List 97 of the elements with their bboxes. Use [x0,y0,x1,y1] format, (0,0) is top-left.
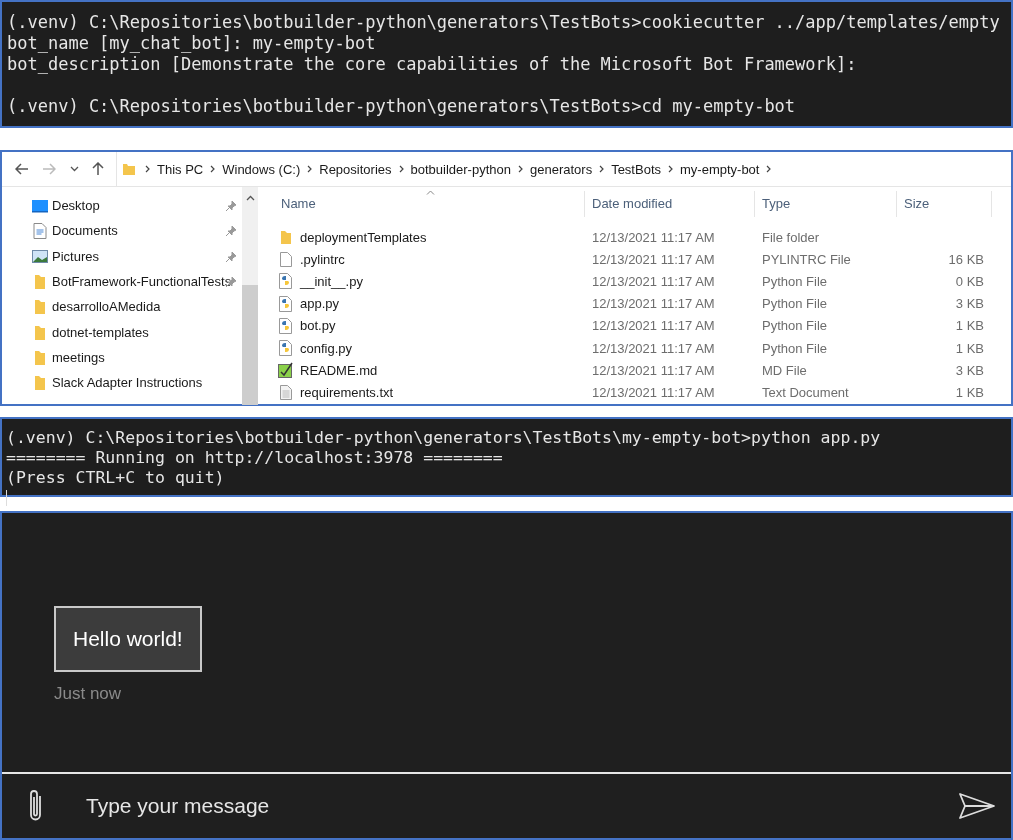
pin-icon[interactable] [225,225,237,238]
python-file-icon [278,273,294,290]
address-bar[interactable]: This PC Windows (C:) Repositories botbuilder-python generators TestBots my-empty-bot [116,152,1011,186]
text-file-icon [278,384,294,400]
file-name[interactable]: app.py [274,295,585,312]
folder-icon [278,230,294,245]
folder-icon [32,274,48,290]
breadcrumb-item[interactable]: my-empty-bot [680,161,760,177]
pin-icon[interactable] [225,200,237,212]
table-cell-text: Python File [761,296,829,312]
table-cell-text: 16 KB [947,251,985,267]
chevron-right-icon [668,165,673,173]
table-cell-text: 12/13/2021 11:17 AM [591,340,716,356]
python-file-icon [278,317,294,334]
file-name[interactable]: deploymentTemplates [274,229,585,245]
folder-icon [122,162,136,176]
terminal-line: (.venv) C:\Repositories\botbuilder-python\generators\TestBots\my-empty-bot>python app.py [6,428,882,448]
chevron-right-icon [398,165,404,173]
table-cell-text: 12/13/2021 11:17 AM [591,251,716,267]
back-icon[interactable] [15,163,29,175]
breadcrumb-item[interactable]: Windows (C:) [222,161,301,177]
column-header[interactable]: Size [897,191,992,217]
folder-icon [32,375,48,391]
folder-icon [32,349,48,365]
sidebar-item[interactable]: Documents [2,218,242,244]
table-cell-text: 12/13/2021 11:17 AM [591,296,716,312]
table-cell-text: 12/13/2021 11:17 AM [591,229,716,245]
table-cell-text: Python File [761,340,829,356]
column-header[interactable]: Type [755,191,897,217]
table-cell-text: 3 KB [954,362,985,378]
folder-icon [32,299,48,315]
send-icon[interactable] [959,793,995,819]
file-name[interactable]: bot.py [274,317,585,334]
breadcrumb-item[interactable]: This PC [157,161,204,177]
terminal-line: (.venv) C:\Repositories\botbuilder-python\generators\TestBots>cookiecutter ../app/templates/empty [7,12,1001,33]
python-file-icon [278,295,294,312]
table-cell-text: 0 KB [954,273,985,289]
table-cell-text: Python File [761,273,829,289]
sidebar-item[interactable]: desarrolloAMedida [2,294,242,320]
file-name[interactable]: __init__.py [274,273,585,290]
message-bubble: Hello world! [54,606,202,672]
breadcrumb-item[interactable]: botbuilder-python [410,161,511,177]
file-name[interactable]: requirements.txt [274,384,585,400]
sidebar-item[interactable]: Desktop [2,193,242,219]
terminal-line: bot_name [my_chat_bot]: my-empty-bot [7,33,377,54]
python-file-icon [278,340,294,357]
chevron-right-icon [210,165,216,173]
chevron-down-icon[interactable] [70,166,79,172]
breadcrumb-item[interactable]: TestBots [611,161,661,177]
sidebar-item[interactable]: Pictures [2,243,242,269]
folder-icon [32,324,48,340]
chevron-right-icon [766,165,772,173]
file-icon [278,251,294,267]
sidebar-item[interactable]: BotFramework-FunctionalTests [2,268,242,295]
terminal-line: (.venv) C:\Repositories\botbuilder-python\generators\TestBots>cd my-empty-bot [7,95,797,117]
chevron-right-icon [518,165,523,173]
column-header[interactable]: Date modified [585,191,755,217]
table-cell-text: Text Document [761,384,850,400]
table-cell-text: 12/13/2021 11:17 AM [591,384,716,400]
table-cell-text: 12/13/2021 11:17 AM [591,273,716,289]
table-cell-text: 12/13/2021 11:17 AM [591,318,716,334]
scroll-up-icon[interactable] [245,195,255,201]
table-cell-text: PYLINTRC File [761,251,852,267]
scrollbar[interactable] [242,187,258,405]
file-name[interactable]: README.md [274,362,585,379]
sidebar-item[interactable]: Slack Adapter Instructions [2,370,242,396]
file-name[interactable]: .pylintrc [274,251,585,267]
message-timestamp: Just now [54,684,123,704]
chevron-right-icon [307,165,313,173]
table-cell-text: 1 KB [954,384,985,400]
terminal-line: (Press CTRL+C to quit) [6,468,226,488]
table-cell-text: File folder [761,229,821,245]
notepad-icon [278,362,294,379]
sidebar-item[interactable]: dotnet-templates [2,319,242,345]
message-input[interactable]: Type your message [84,793,959,819]
table-cell-text: 12/13/2021 11:17 AM [591,362,716,378]
table-cell-text: 3 KB [954,296,985,312]
chevron-right-icon [145,165,150,173]
pin-icon[interactable] [225,250,237,263]
scrollbar-thumb[interactable] [242,285,258,405]
document-icon [32,222,48,239]
breadcrumb-item[interactable]: generators [530,161,593,177]
sidebar-item[interactable]: meetings [2,344,242,371]
table-cell-text: MD File [761,362,808,378]
desktop-icon [32,198,48,213]
table-cell-text: 1 KB [954,318,985,334]
table-cell-text: Python File [761,318,829,334]
terminal-line: bot_description [Demonstrate the core capabilities of the Microsoft Bot Framework]: [7,54,858,75]
up-arrow-icon[interactable] [92,162,104,176]
table-cell-text: 1 KB [954,340,985,356]
text-cursor [6,490,7,506]
chevron-right-icon [599,165,605,173]
file-name[interactable]: config.py [274,340,585,357]
terminal-line: ======== Running on http://localhost:3978 ======== [6,448,504,468]
column-header[interactable]: Name [274,191,585,217]
picture-icon [32,249,48,263]
breadcrumb-item[interactable]: Repositories [319,161,392,177]
